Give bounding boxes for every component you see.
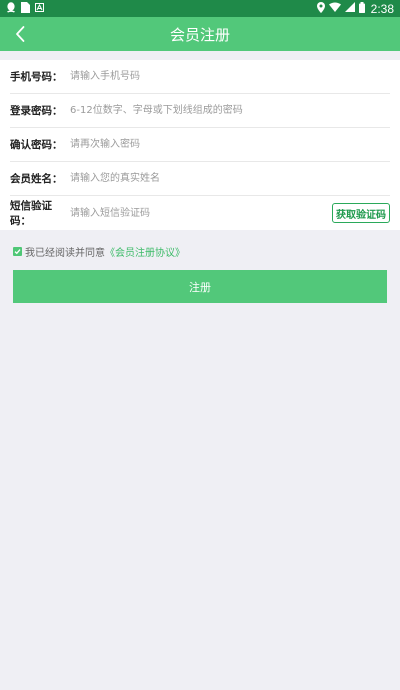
location-icon — [316, 1, 325, 16]
wifi-icon — [328, 2, 341, 15]
name-row: 会员姓名： — [10, 162, 390, 196]
back-button[interactable] — [8, 21, 32, 47]
status-time: 2:38 — [370, 1, 394, 16]
agreement: 我已经阅读并同意 《会员注册协议》 — [13, 244, 185, 259]
agreement-checkbox[interactable] — [13, 247, 22, 256]
check-icon — [14, 249, 21, 255]
sms-code-row: 短信验证码： 获取验证码 — [10, 196, 390, 230]
get-sms-code-button[interactable]: 获取验证码 — [332, 203, 390, 223]
notification-a-icon — [35, 2, 44, 15]
confirm-password-row: 确认密码： — [10, 128, 390, 162]
battery-icon — [358, 1, 365, 16]
phone-input[interactable] — [70, 64, 390, 89]
agreement-link[interactable]: 《会员注册协议》 — [105, 244, 185, 259]
confirm-password-input[interactable] — [70, 132, 390, 157]
password-label: 登录密码： — [10, 105, 63, 117]
sms-code-label: 短信验证码： — [10, 200, 52, 227]
registration-form: 手机号码： 登录密码： 确认密码： 会员姓名： 短信验证码： 获取验证码 — [0, 60, 400, 230]
name-input[interactable] — [70, 166, 390, 191]
qq-icon — [6, 1, 16, 16]
cell-signal-icon — [344, 2, 355, 15]
register-button[interactable]: 注册 — [13, 270, 387, 303]
sim-icon — [21, 1, 30, 16]
confirm-password-label: 确认密码： — [10, 139, 63, 151]
page-title: 会员注册 — [169, 25, 230, 44]
agreement-text: 我已经阅读并同意 — [25, 248, 105, 259]
app-bar: 会员注册 — [0, 17, 400, 51]
status-bar: 2:38 — [0, 0, 400, 17]
name-label: 会员姓名： — [10, 173, 63, 185]
sms-code-input[interactable] — [70, 201, 332, 225]
phone-row: 手机号码： — [10, 60, 390, 94]
phone-label: 手机号码： — [10, 71, 63, 83]
password-input[interactable] — [70, 98, 390, 123]
password-row: 登录密码： — [10, 94, 390, 128]
chevron-left-icon — [16, 26, 25, 42]
